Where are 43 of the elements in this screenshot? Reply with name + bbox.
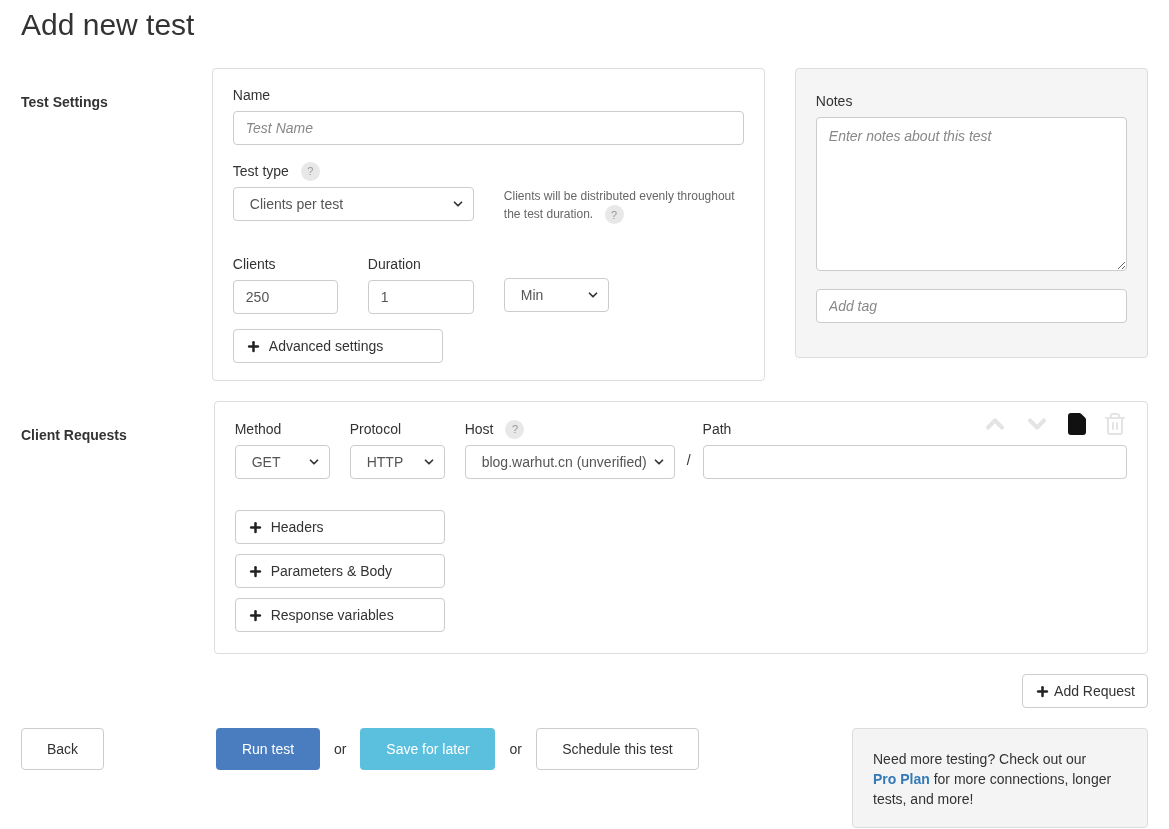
page-title: Add new test [21,7,195,43]
add-request-button[interactable]: Add Request [1022,674,1148,708]
field-label: Notes [815,92,853,111]
or-text: or [509,739,522,759]
name-field[interactable]: Test Name [232,111,744,145]
field-label: Name [232,86,271,105]
field-label: Test type [232,162,289,181]
section-label: Client Requests [21,427,127,443]
select-dropdown[interactable]: Clients per test [232,187,474,221]
plus-icon [1035,683,1051,699]
promo-text: Need more testing? Check out our Pro Plan for more connections, longer tests, and more! [873,750,1113,809]
notes-field[interactable]: Enter notes about this test [815,117,1127,271]
back-button[interactable]: Back [21,728,104,770]
field-label: Host [464,420,494,439]
select-dropdown[interactable]: Min [503,278,609,313]
schedule-button[interactable]: Schedule this test [535,728,699,770]
expand-button[interactable]: Advanced settings [232,329,443,364]
select-dropdown[interactable]: HTTP [349,445,445,479]
clients-field[interactable]: 250 [232,280,338,315]
select-dropdown[interactable]: GET [234,445,330,479]
plus-icon [247,607,263,623]
pro-plan-link[interactable]: Pro Plan [873,771,930,787]
or-text: or [334,739,347,759]
field-label: Duration [367,255,421,275]
expand-button[interactable]: Parameters & Body [234,554,445,588]
path-separator: / [686,451,691,470]
plus-icon [245,338,261,354]
path-field[interactable] [702,445,1127,479]
duration-field[interactable]: 1 [367,280,474,315]
run-test-button[interactable]: Run test [216,728,320,770]
section-label: Test Settings [21,94,108,110]
field-label: Path [702,420,732,439]
document-icon[interactable] [1065,412,1089,436]
select-dropdown[interactable]: blog.warhut.cn (unverified) [464,445,675,479]
expand-button[interactable]: Response variables [234,598,445,632]
expand-button[interactable]: Headers [234,510,445,544]
tag-field[interactable]: Add tag [815,289,1127,323]
field-label: Protocol [349,420,402,439]
plus-icon [247,519,263,535]
hint-text: Clients will be distributed evenly throughout the test duration. ? [503,187,744,225]
field-label: Method [234,420,282,439]
plus-icon [247,563,263,579]
field-label: Clients [232,255,276,275]
